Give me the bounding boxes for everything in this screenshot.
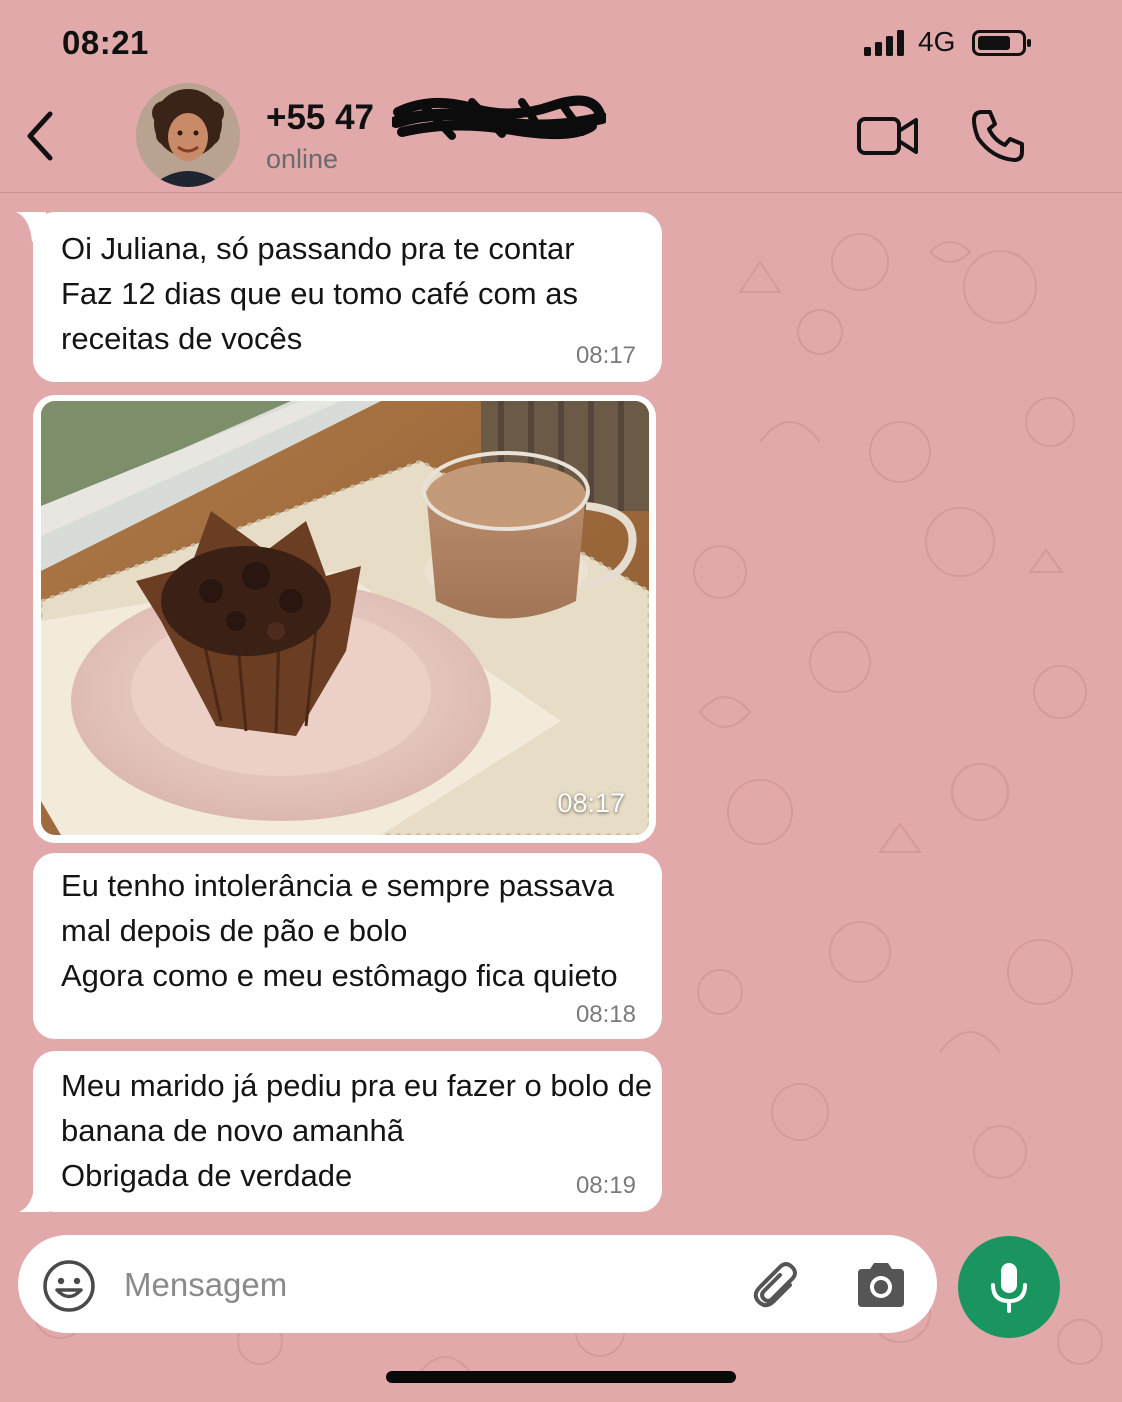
photo-attachment[interactable]: 08:17 (41, 401, 649, 835)
message-line: Obrigada de verdade (61, 1158, 353, 1193)
message-text: Meu marido já pediu pra eu fazer o bolo … (61, 1063, 652, 1198)
video-call-icon (857, 117, 918, 155)
redaction-scribble (392, 95, 606, 140)
microphone-button[interactable] (958, 1236, 1060, 1338)
status-bar: 08:21 4G (0, 0, 1122, 84)
microphone-icon (991, 1263, 1027, 1313)
contact-name[interactable]: +55 47 (266, 98, 374, 138)
message-line: Meu marido já pediu pra eu fazer o bolo … (61, 1068, 653, 1103)
message-line: banana de novo amanhã (61, 1113, 405, 1148)
message-line: Agora como e meu estômago fica quieto (61, 958, 618, 993)
message-line: Faz 12 dias que eu tomo café com as (61, 276, 578, 311)
signal-icon (864, 30, 904, 56)
avatar[interactable] (136, 83, 240, 187)
phone-icon (972, 110, 1024, 162)
camera-icon (858, 1263, 904, 1307)
voice-call-button[interactable] (970, 108, 1026, 164)
message-line: receitas de vocês (61, 321, 303, 356)
avatar-image (136, 83, 240, 187)
contact-status: online (266, 144, 339, 174)
battery-icon (972, 30, 1031, 56)
message-bubble[interactable]: Oi Juliana, só passando pra te contar Fa… (16, 212, 662, 382)
home-indicator[interactable] (386, 1371, 736, 1383)
message-bubble[interactable]: Meu marido já pediu pra eu fazer o bolo … (19, 1051, 662, 1212)
back-icon (27, 111, 53, 161)
status-time: 08:21 (62, 24, 149, 61)
message-text: Eu tenho intolerância e sempre passava m… (61, 863, 618, 998)
attach-button[interactable] (750, 1259, 806, 1315)
message-time: 08:19 (575, 1172, 636, 1199)
back-button[interactable] (18, 108, 62, 164)
emoji-icon (43, 1260, 95, 1312)
message-composer (18, 1235, 937, 1333)
photo-time: 08:17 (557, 788, 625, 818)
video-call-button[interactable] (856, 114, 920, 158)
photo-message-bubble[interactable]: 08:17 (33, 395, 656, 843)
bubble-tail (16, 212, 46, 242)
bubble-tail (19, 1182, 49, 1212)
paperclip-icon (753, 1262, 797, 1308)
chat-header: +55 47 online (0, 78, 1122, 193)
message-line: Eu tenho intolerância e sempre passava (61, 868, 615, 903)
message-text: Oi Juliana, só passando pra te contar Fa… (61, 226, 578, 361)
camera-button[interactable] (854, 1261, 908, 1309)
muffin-coffee-photo (41, 401, 649, 835)
message-line: Oi Juliana, só passando pra te contar (61, 231, 575, 266)
message-bubble[interactable]: Eu tenho intolerância e sempre passava m… (33, 853, 662, 1039)
message-input[interactable] (122, 1259, 726, 1311)
message-time: 08:18 (575, 1001, 636, 1028)
network-type: 4G (918, 26, 956, 57)
message-time: 08:17 (575, 342, 636, 369)
emoji-button[interactable] (42, 1259, 96, 1313)
message-line: mal depois de pão e bolo (61, 913, 408, 948)
